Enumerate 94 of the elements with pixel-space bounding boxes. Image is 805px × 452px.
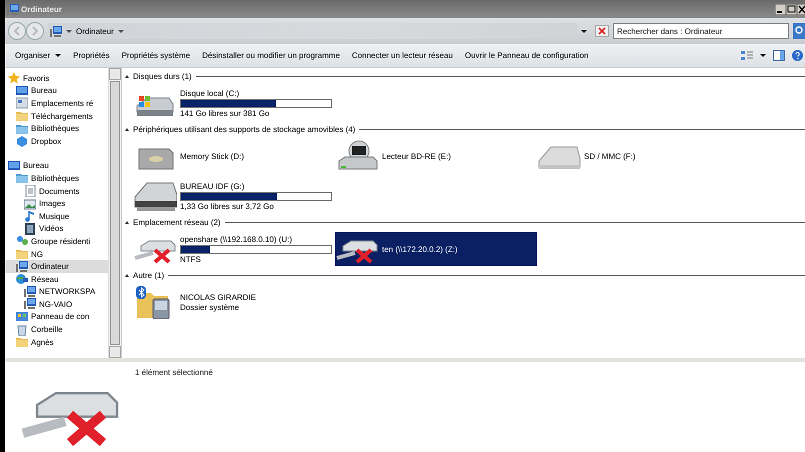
group-header: Disques durs (1) xyxy=(133,72,192,81)
group-header: Autre (1) xyxy=(133,271,164,280)
drive-tile[interactable]: Disque local (C:) 141 Go libres sur 381 Go xyxy=(133,86,335,120)
star-icon xyxy=(8,72,20,84)
maximize-button[interactable] xyxy=(786,4,797,14)
search-field[interactable]: Rechercher dans : Ordinateur xyxy=(613,23,789,39)
tree-item[interactable]: Bureau xyxy=(5,160,108,172)
close-button[interactable] xyxy=(797,4,805,14)
tree-item[interactable]: NG-VAIO xyxy=(5,298,108,311)
monitor-icon xyxy=(16,84,28,97)
library-icon xyxy=(16,172,28,184)
caret-icon xyxy=(118,30,124,32)
folder-icon xyxy=(16,110,28,122)
caret-icon xyxy=(66,30,72,32)
tree-item[interactable]: Ordinateur xyxy=(5,260,108,273)
drive-name: openshare (\\192.168.0.10) (U:) xyxy=(180,234,294,244)
drive-detail: 141 Go libres sur 381 Go xyxy=(180,108,270,118)
tree-item[interactable]: Bibliothèques xyxy=(5,122,108,135)
tree-item[interactable]: Réseau xyxy=(5,272,108,286)
tree-item[interactable]: Vidéos xyxy=(5,222,108,236)
computer-icon xyxy=(50,26,62,36)
drive-name: BUREAU IDF (G:) xyxy=(180,182,246,190)
picture-icon xyxy=(24,198,36,210)
folder-icon xyxy=(16,336,28,348)
collapse-icon[interactable] xyxy=(125,75,129,78)
drive-tile[interactable]: SD / MMC (F:) xyxy=(537,139,739,173)
monitor-icon xyxy=(8,160,20,172)
dropdown-caret-icon[interactable] xyxy=(581,30,587,32)
drive-tile[interactable]: Lecteur BD-RE (E:) xyxy=(335,139,537,173)
tree-item[interactable]: Bureau xyxy=(5,84,108,98)
toolbar-button[interactable]: Connecter un lecteur réseau xyxy=(346,46,459,64)
address-field[interactable]: Ordinateur xyxy=(48,23,577,39)
tree-item[interactable]: Documents xyxy=(5,184,108,198)
drive-name: ten (\\172.20.0.2) (Z:) xyxy=(382,244,458,254)
tree-item[interactable]: Groupe résidenti xyxy=(5,235,108,248)
item-detail: Dossier système xyxy=(180,302,240,312)
tree-item[interactable]: Images xyxy=(5,197,108,210)
computer-icon xyxy=(24,298,36,310)
tree-item[interactable]: Téléchargements xyxy=(5,110,108,122)
tree-item[interactable]: Musique xyxy=(5,210,108,223)
tree-item[interactable]: Agnès xyxy=(5,336,108,348)
toolbar-button[interactable]: Désinstaller ou modifier un programme xyxy=(196,46,346,64)
collapse-icon[interactable] xyxy=(125,128,129,131)
control-panel-icon xyxy=(16,310,28,323)
scrollbar[interactable] xyxy=(108,68,121,358)
toolbar-button[interactable]: Propriétés système xyxy=(116,46,196,64)
minimize-button[interactable] xyxy=(775,4,786,14)
group-header: Emplacement réseau (2) xyxy=(133,218,221,227)
tree-item[interactable]: NG xyxy=(5,248,108,260)
tree-item[interactable]: Bibliothèques xyxy=(5,172,108,185)
recycle-bin-icon xyxy=(16,324,28,336)
toolbar-button[interactable]: Propriétés xyxy=(67,46,116,64)
library-icon xyxy=(16,122,28,135)
drive-detail: 1,33 Go libres sur 3,72 Go xyxy=(180,202,275,210)
drive-tile[interactable]: BUREAU IDF (G:) 1,33 Go libres sur 3,72 Go xyxy=(133,179,335,213)
preview-pane-icon[interactable] xyxy=(773,50,785,61)
drive-name: Disque local (C:) xyxy=(180,88,240,98)
music-note-icon xyxy=(24,210,36,222)
breadcrumb-item[interactable]: Ordinateur xyxy=(76,26,114,36)
computer-icon xyxy=(24,286,36,298)
search-icon[interactable] xyxy=(793,23,805,39)
tree-item[interactable]: Corbeille xyxy=(5,323,108,336)
window-title: Ordinateur xyxy=(21,4,62,14)
film-icon xyxy=(24,222,36,235)
selection-summary: 1 élément sélectionné xyxy=(135,367,213,379)
view-options-icon[interactable] xyxy=(741,50,753,60)
globe-icon xyxy=(16,273,28,286)
tree-item[interactable]: NETWORKSPA xyxy=(5,286,108,298)
computer-icon xyxy=(7,4,19,14)
toolbar-button[interactable]: Ouvrir le Panneau de configuration xyxy=(458,46,594,64)
places-icon xyxy=(16,97,28,110)
caret-icon[interactable] xyxy=(760,54,766,57)
drive-tile[interactable]: NICOLAS GIRARDIE Dossier système xyxy=(133,285,335,319)
group-header: Périphériques utilisant des supports de stockage amovibles (4) xyxy=(133,125,356,134)
collapse-icon[interactable] xyxy=(125,221,129,224)
drive-tile[interactable]: Memory Stick (D:) xyxy=(133,139,335,173)
drive-name: Memory Stick (D:) xyxy=(180,152,244,160)
tree-item[interactable]: Emplacements ré xyxy=(5,97,108,110)
drive-name: Lecteur BD-RE (E:) xyxy=(382,152,451,160)
tree-item[interactable]: Dropbox xyxy=(5,134,108,148)
computer-icon xyxy=(16,260,28,273)
drive-tile[interactable]: openshare (\\192.168.0.10) (U:) NTFS xyxy=(133,232,335,266)
tree-item[interactable]: Favoris xyxy=(5,72,108,85)
toolbar-button[interactable]: Organiser xyxy=(9,46,68,64)
folder-icon xyxy=(16,248,28,260)
collapse-icon[interactable] xyxy=(125,274,129,277)
drive-tile[interactable]: ten (\\172.20.0.2) (Z:) xyxy=(335,232,537,266)
document-icon xyxy=(24,185,36,198)
drive-name: NICOLAS GIRARDIE xyxy=(180,292,256,302)
scroll-thumb[interactable] xyxy=(110,81,120,345)
help-icon[interactable] xyxy=(792,50,803,61)
drive-detail: NTFS xyxy=(180,254,202,264)
drive-name: SD / MMC (F:) xyxy=(584,152,636,160)
tree-item[interactable]: Panneau de con xyxy=(5,310,108,324)
